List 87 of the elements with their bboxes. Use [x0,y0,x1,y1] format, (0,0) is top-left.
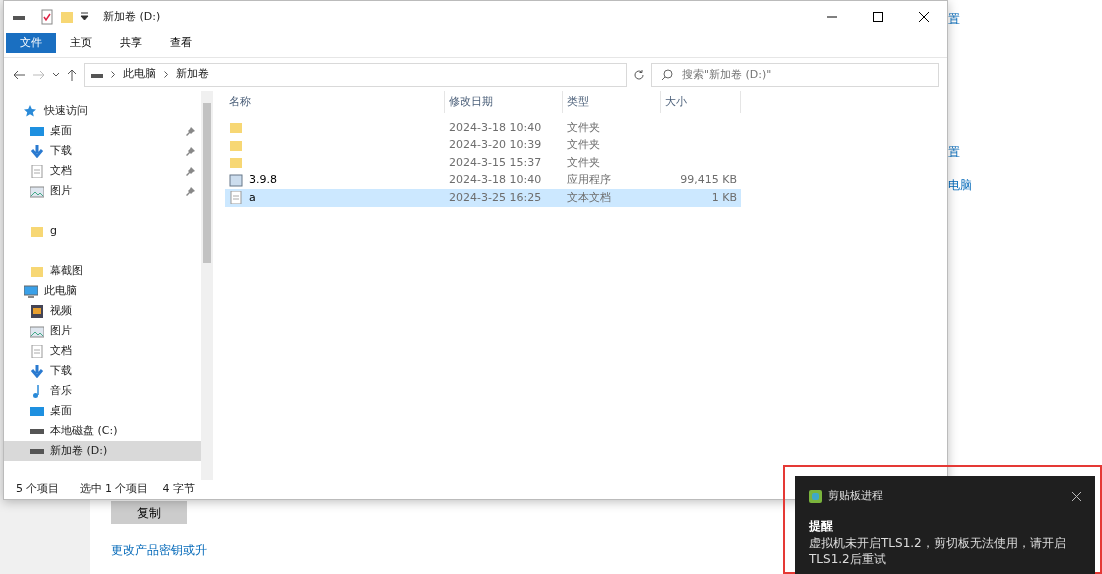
settings-link[interactable]: 置 [948,10,972,28]
breadcrumb-item[interactable]: 新加卷 [176,66,209,83]
nav-item[interactable]: 下载 [4,141,201,161]
date-cell-text: 2024-3-20 10:39 [448,137,543,153]
document-icon [30,344,44,358]
picture-icon [30,324,44,338]
window-title: 新加卷 (D:) [103,8,161,25]
status-text: 选中 1 个项目 [79,481,149,498]
folder-icon [30,224,44,238]
settings-link[interactable]: 电脑 [948,176,972,194]
nav-item[interactable]: 幕截图 [4,261,201,281]
drive-icon [30,428,44,434]
chevron-icon[interactable] [111,71,115,78]
dropdown-icon[interactable] [80,12,89,22]
column-header[interactable]: 名称 [225,91,445,113]
minimize-icon [827,16,837,18]
date-cell-text: 2024-3-18 10:40 [448,119,543,136]
file-name[interactable]: a [225,189,445,207]
folder-icon [229,121,243,135]
refresh-icon[interactable] [633,68,645,81]
text-file-icon [229,191,243,205]
type-cell-text: 文件夹 [566,137,601,153]
document-icon [30,164,44,178]
desktop-icon [30,404,44,418]
app-name: 剪贴板进程 [827,488,883,504]
download-icon [30,364,44,378]
nav-item[interactable]: 文档 [4,341,201,361]
chevron-icon[interactable] [164,71,168,78]
nav-item[interactable]: 图片 [4,181,201,201]
computer-icon [24,284,38,298]
ribbon-tab[interactable]: 查看 [156,33,206,53]
size-cell: 1 KB [661,189,741,207]
app-icon [809,489,822,503]
picture-icon [30,184,44,198]
close-icon [919,12,929,22]
folder-icon [229,138,243,152]
type-cell-text: 文件夹 [566,119,601,136]
nav-item[interactable]: 下载 [4,361,201,381]
breadcrumb-item[interactable]: 此电脑 [123,66,156,83]
scrollbar[interactable] [201,91,213,480]
column-header[interactable]: 类型 [563,91,661,113]
star-icon [24,104,38,118]
nav-item[interactable]: g [4,221,201,241]
nav-item[interactable]: 视频 [4,301,201,321]
ribbon-tab[interactable]: 文件 [6,33,56,53]
type-cell-text: 文件夹 [566,154,601,171]
notification-title: 提醒 [809,517,834,535]
nav-item[interactable]: 快速访问 [4,101,201,121]
column-header[interactable]: 大小 [661,91,741,113]
app-icon [229,173,243,187]
type-cell-text: 应用程序 [566,172,612,188]
product-key-link[interactable]: 更改产品密钥或升 [111,541,207,559]
status-text: 5 个项目 [16,481,60,498]
up-arrow-icon[interactable] [66,67,78,82]
file-name[interactable]: 3.9.8 [225,171,445,189]
nav-item[interactable]: 音乐 [4,381,201,401]
nav-item[interactable]: 桌面 [4,401,201,421]
folder-icon [229,156,243,170]
date-cell-text: 2024-3-15 15:37 [448,154,543,171]
status-text: 4 字节 [162,481,195,498]
desktop-icon [30,124,44,138]
date-cell-text: 2024-3-18 10:40 [448,172,543,188]
notification-message: 虚拟机未开启TLS1.2，剪切板无法使用，请开启TLS1.2后重试 [809,534,1067,567]
address-bar[interactable]: 此电脑 新加卷 [84,62,627,87]
maximize-icon [873,12,883,22]
nav-item[interactable]: 此电脑 [4,281,201,301]
search-field[interactable]: 搜索"新加卷 (D:)" [651,62,939,87]
settings-link[interactable]: 置 [948,143,972,161]
date-cell: 2024-3-25 16:25 [445,189,563,207]
copy-button[interactable]: 复制 [111,501,187,524]
nav-item[interactable]: 图片 [4,321,201,341]
chevron-down-icon[interactable] [52,71,60,78]
nav-item[interactable]: 桌面 [4,121,201,141]
nav-item[interactable]: 本地磁盘 (C:) [4,421,201,441]
folder-icon [30,264,44,278]
nav-item[interactable]: 新加卷 (D:) [4,441,201,461]
checklist-icon[interactable] [40,9,54,25]
ribbon-tab[interactable]: 共享 [106,33,156,53]
nav-item[interactable]: 文档 [4,161,201,181]
drive-icon [30,448,44,454]
back-arrow-icon[interactable] [12,68,26,81]
column-header[interactable]: 修改日期 [445,91,563,113]
size-cell-text: 99,415 KB [679,172,738,188]
video-icon [30,304,44,318]
type-cell: 文本文档 [563,189,661,207]
ribbon-tab[interactable]: 主页 [56,33,106,53]
download-icon [30,144,44,158]
